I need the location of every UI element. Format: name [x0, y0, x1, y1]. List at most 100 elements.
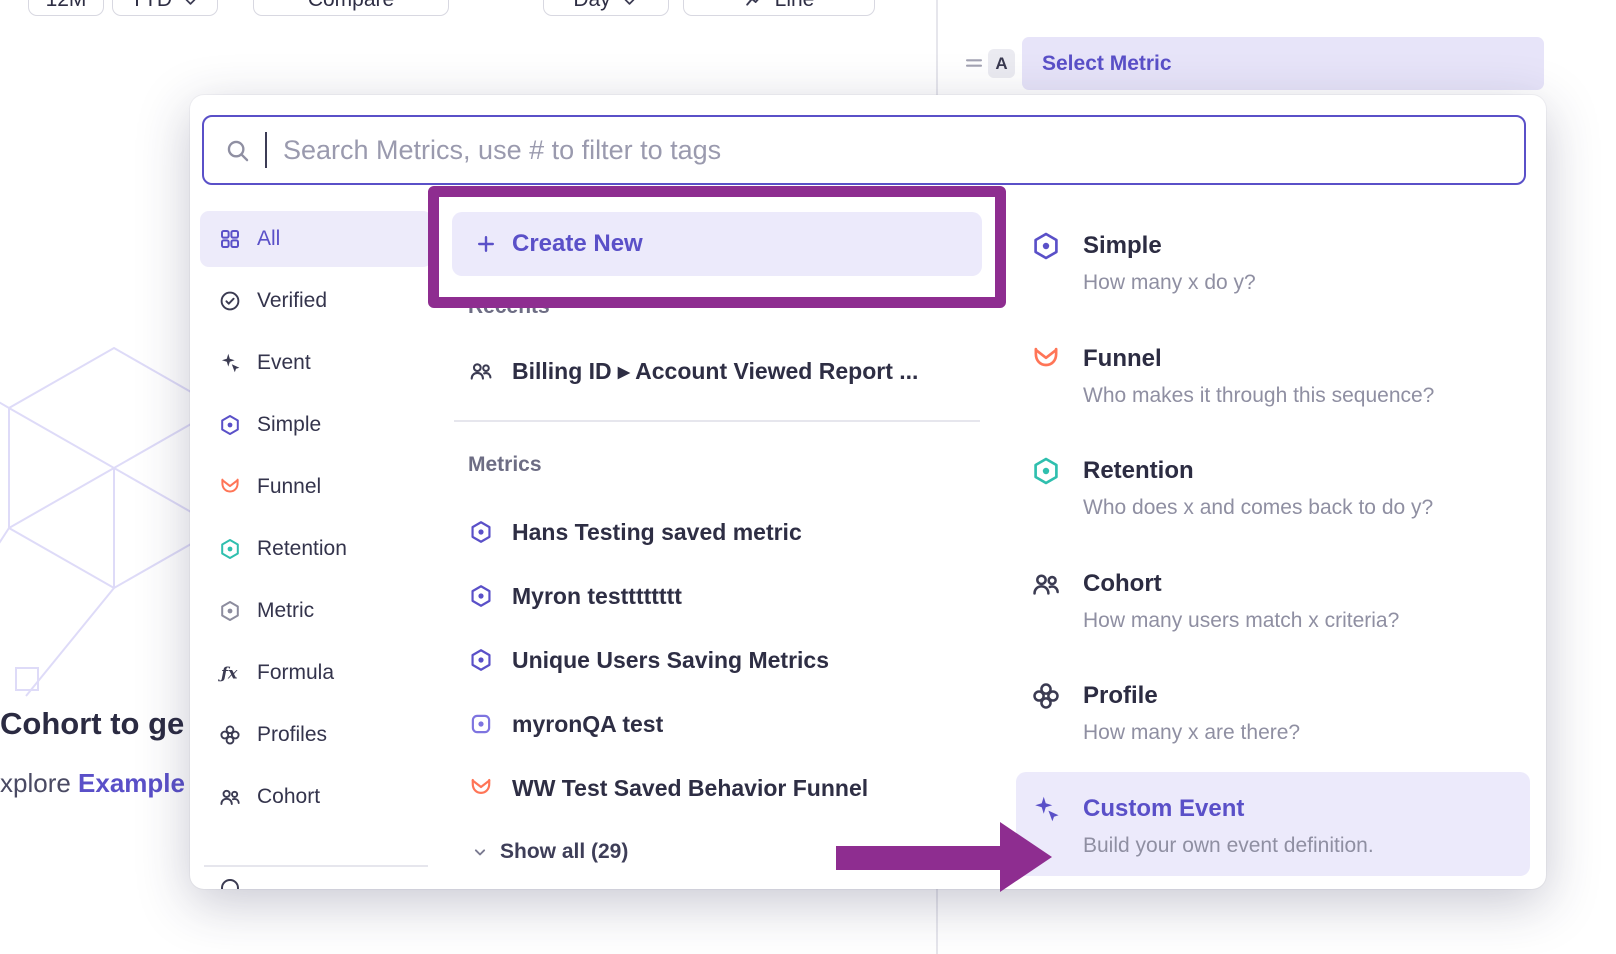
sidebar-item-funnel[interactable]: Funnel — [200, 459, 432, 515]
metric-item-label: Myron testttttttt — [512, 583, 682, 610]
sidebar-item-label: All — [257, 227, 280, 251]
sidebar-item-label: Verified — [257, 289, 327, 313]
metric-item-label: Unique Users Saving Metrics — [512, 647, 829, 674]
type-retention[interactable]: Retention Who does x and comes back to d… — [1030, 456, 1525, 520]
simple-hexagon-icon — [218, 413, 242, 437]
saved-funnel-icon — [468, 775, 494, 801]
recent-item[interactable]: Billing ID ▸ Account Viewed Report ... — [452, 343, 982, 399]
type-funnel[interactable]: Funnel Who makes it through this sequenc… — [1030, 344, 1525, 408]
compare-label: Compare — [308, 0, 394, 12]
show-all-toggle[interactable]: Show all (29) — [452, 835, 628, 869]
type-title: Profile — [1083, 681, 1300, 711]
select-metric-label: Select Metric — [1042, 52, 1172, 76]
metric-search-box[interactable] — [202, 115, 1526, 185]
example-reports-link[interactable]: Example — [78, 768, 185, 798]
sidebar-item-verified[interactable]: Verified — [200, 273, 432, 329]
chevron-down-icon — [620, 0, 639, 11]
type-cohort[interactable]: Cohort How many users match x criteria? — [1030, 569, 1525, 633]
saved-metric-square-icon — [468, 711, 494, 737]
metric-item-label: WW Test Saved Behavior Funnel — [512, 775, 868, 802]
sidebar-item-label: Cohort — [257, 785, 320, 809]
metric-list-item[interactable]: Unique Users Saving Metrics — [452, 632, 982, 688]
query-row-badge-label: A — [995, 54, 1007, 74]
interval-day-button[interactable]: Day — [543, 0, 669, 16]
chevron-down-icon — [181, 0, 200, 11]
category-sidebar: All Verified Event Simple Funnel Retenti… — [200, 211, 432, 825]
event-spark-icon — [218, 351, 242, 375]
sidebar-divider — [204, 865, 428, 867]
metric-list-item[interactable]: Hans Testing saved metric — [452, 504, 982, 560]
saved-metric-hexagon-icon — [468, 647, 494, 673]
verified-icon — [218, 289, 242, 313]
empty-state-explore-line: xplore Example — [0, 768, 185, 799]
type-custom-event[interactable]: Custom Event Build your own event defini… — [1030, 794, 1525, 858]
metric-list-item[interactable]: Myron testttttttt — [452, 568, 982, 624]
create-new-label: Create New — [512, 230, 643, 258]
sidebar-item-label: Formula — [257, 661, 334, 685]
type-desc: Build your own event definition. — [1083, 834, 1374, 858]
sidebar-item-label: Simple — [257, 413, 321, 437]
type-desc: How many x are there? — [1083, 721, 1300, 745]
app-canvas: 12M YTD Compare Day Line A Select Metric… — [0, 0, 1616, 954]
range-ytd-button[interactable]: YTD — [112, 0, 218, 16]
sidebar-item-clipped[interactable] — [200, 876, 242, 889]
metric-list-item[interactable]: myronQA test — [452, 696, 982, 752]
cohort-people-icon — [468, 358, 494, 384]
sidebar-item-profiles[interactable]: Profiles — [200, 707, 432, 763]
interval-day-label: Day — [573, 0, 610, 12]
metric-item-label: Hans Testing saved metric — [512, 519, 802, 546]
saved-metric-hexagon-icon — [468, 519, 494, 545]
metric-search-input[interactable] — [281, 134, 1504, 167]
type-title: Retention — [1083, 456, 1433, 486]
metrics-heading: Metrics — [468, 453, 542, 477]
cohort-people-icon — [1030, 568, 1062, 600]
metric-list-item[interactable]: WW Test Saved Behavior Funnel — [452, 760, 982, 816]
sidebar-item-metric[interactable]: Metric — [200, 583, 432, 639]
sidebar-item-cohort[interactable]: Cohort — [200, 769, 432, 825]
type-desc: How many x do y? — [1083, 271, 1256, 295]
type-simple[interactable]: Simple How many x do y? — [1030, 231, 1525, 295]
svg-text:ƒx: ƒx — [218, 664, 238, 683]
recents-divider — [454, 420, 980, 422]
type-desc: How many users match x criteria? — [1083, 609, 1399, 633]
type-profile[interactable]: Profile How many x are there? — [1030, 681, 1525, 745]
grid-icon — [218, 227, 242, 251]
sidebar-item-all[interactable]: All — [200, 211, 432, 267]
type-title: Funnel — [1083, 344, 1434, 374]
line-chart-icon — [744, 0, 766, 11]
metric-item-label: myronQA test — [512, 711, 663, 738]
simple-hexagon-icon — [1030, 230, 1062, 262]
metric-hexagon-icon — [218, 599, 242, 623]
sidebar-item-label: Event — [257, 351, 311, 375]
formula-icon: ƒx — [218, 661, 242, 685]
retention-hexagon-icon — [1030, 455, 1062, 487]
type-title: Cohort — [1083, 569, 1399, 599]
chevron-down-icon — [470, 842, 490, 862]
sidebar-item-formula[interactable]: ƒx Formula — [200, 645, 432, 701]
plus-icon — [474, 232, 498, 256]
sidebar-item-label: Profiles — [257, 723, 327, 747]
drag-handle-icon[interactable] — [962, 51, 986, 75]
select-metric-field[interactable]: Select Metric — [1022, 37, 1544, 90]
compare-button[interactable]: Compare — [253, 0, 449, 16]
range-12m-button[interactable]: 12M — [28, 0, 104, 16]
type-desc: Who makes it through this sequence? — [1083, 384, 1434, 408]
sidebar-item-event[interactable]: Event — [200, 335, 432, 391]
sidebar-item-label: Funnel — [257, 475, 321, 499]
explore-prefix: xplore — [0, 768, 78, 798]
metric-picker-modal: All Verified Event Simple Funnel Retenti… — [190, 95, 1546, 889]
type-desc: Who does x and comes back to do y? — [1083, 496, 1433, 520]
create-new-button[interactable]: Create New — [452, 212, 982, 276]
range-ytd-label: YTD — [130, 0, 172, 12]
sidebar-item-simple[interactable]: Simple — [200, 397, 432, 453]
sidebar-item-label: Retention — [257, 537, 347, 561]
recents-heading: Recents — [468, 295, 550, 319]
circle-icon — [218, 876, 242, 889]
saved-metric-hexagon-icon — [468, 583, 494, 609]
chart-type-line-button[interactable]: Line — [683, 0, 875, 16]
profiles-flower-icon — [1030, 680, 1062, 712]
sidebar-item-retention[interactable]: Retention — [200, 521, 432, 577]
range-12m-label: 12M — [46, 0, 87, 12]
sidebar-item-label: Metric — [257, 599, 314, 623]
custom-event-spark-icon — [1030, 793, 1062, 825]
